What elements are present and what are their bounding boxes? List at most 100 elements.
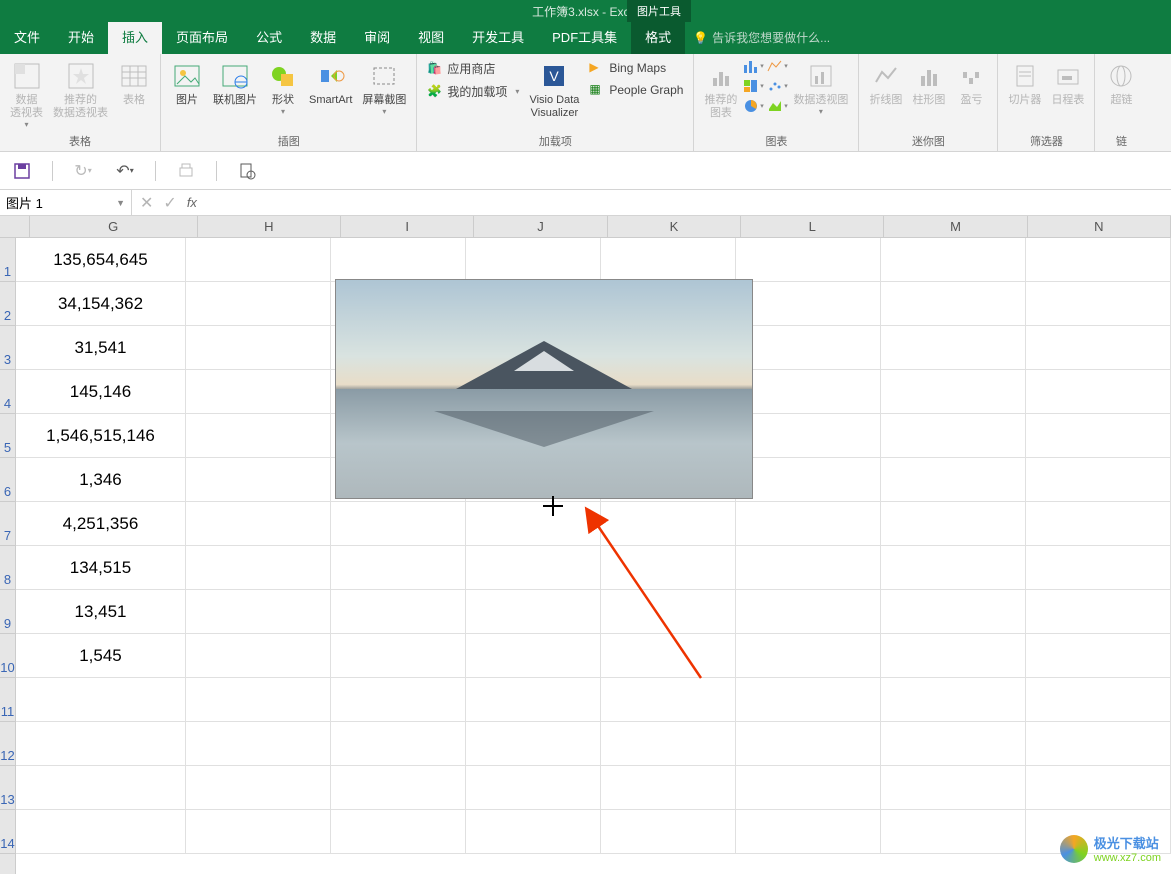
cell-K1[interactable] xyxy=(601,238,736,281)
cell-G1[interactable]: 135,654,645 xyxy=(16,238,186,281)
chart-line-button[interactable]: ▾ xyxy=(767,58,787,74)
row-header-13[interactable]: 13 xyxy=(0,766,15,810)
cell-G11[interactable] xyxy=(16,678,186,721)
column-header-H[interactable]: H xyxy=(198,216,341,237)
chart-pie-button[interactable]: ▾ xyxy=(743,98,763,114)
inserted-picture[interactable] xyxy=(335,279,753,499)
cell-L9[interactable] xyxy=(736,590,881,633)
cell-I10[interactable] xyxy=(331,634,466,677)
cell-J9[interactable] xyxy=(466,590,601,633)
cell-J1[interactable] xyxy=(466,238,601,281)
cell-G13[interactable] xyxy=(16,766,186,809)
tab-view[interactable]: 视图 xyxy=(404,19,458,54)
pictures-button[interactable]: 图片 xyxy=(167,58,207,131)
cell-G14[interactable] xyxy=(16,810,186,853)
cell-G7[interactable]: 4,251,356 xyxy=(16,502,186,545)
tab-file[interactable]: 文件 xyxy=(0,19,54,54)
cell-L1[interactable] xyxy=(736,238,881,281)
cell-J8[interactable] xyxy=(466,546,601,589)
cell-L3[interactable] xyxy=(736,326,881,369)
cell-M13[interactable] xyxy=(881,766,1026,809)
cell-J7[interactable] xyxy=(466,502,601,545)
my-addins-button[interactable]: 🧩我的加载项▾ xyxy=(423,81,523,102)
name-box[interactable]: 图片 1 ▼ xyxy=(0,190,132,215)
cell-H4[interactable] xyxy=(186,370,331,413)
cell-H2[interactable] xyxy=(186,282,331,325)
chart-column-button[interactable]: ▾ xyxy=(743,58,763,74)
cell-G8[interactable]: 134,515 xyxy=(16,546,186,589)
cell-M8[interactable] xyxy=(881,546,1026,589)
tab-formulas[interactable]: 公式 xyxy=(242,19,296,54)
cell-H13[interactable] xyxy=(186,766,331,809)
cancel-icon[interactable]: ✕ xyxy=(140,193,153,213)
cell-K8[interactable] xyxy=(601,546,736,589)
column-header-N[interactable]: N xyxy=(1028,216,1171,237)
row-header-8[interactable]: 8 xyxy=(0,546,15,590)
cell-L12[interactable] xyxy=(736,722,881,765)
tab-review[interactable]: 审阅 xyxy=(350,19,404,54)
undo-button[interactable]: ↶ ▾ xyxy=(113,159,137,183)
sparkline-column-button[interactable]: 柱形图 xyxy=(908,58,949,131)
tell-me-search[interactable]: 💡 告诉我您想要做什么... xyxy=(685,21,838,54)
pivot-chart-button[interactable]: 数据透视图▾ xyxy=(789,58,852,131)
cell-H9[interactable] xyxy=(186,590,331,633)
cell-N8[interactable] xyxy=(1026,546,1171,589)
table-button[interactable]: 表格 xyxy=(114,58,154,131)
fx-icon[interactable]: fx xyxy=(187,195,197,210)
cell-H10[interactable] xyxy=(186,634,331,677)
cell-G10[interactable]: 1,545 xyxy=(16,634,186,677)
cell-M4[interactable] xyxy=(881,370,1026,413)
tab-pdf-tools[interactable]: PDF工具集 xyxy=(538,19,631,54)
chart-surface-button[interactable]: ▾ xyxy=(767,98,787,114)
save-button[interactable] xyxy=(10,159,34,183)
screenshot-button[interactable]: 屏幕截图▾ xyxy=(358,58,410,131)
cell-G3[interactable]: 31,541 xyxy=(16,326,186,369)
cell-G2[interactable]: 34,154,362 xyxy=(16,282,186,325)
pivot-table-button[interactable]: 数据 透视表▾ xyxy=(6,58,47,131)
hyperlink-button[interactable]: 超链 xyxy=(1101,58,1141,131)
cell-M9[interactable] xyxy=(881,590,1026,633)
cell-N9[interactable] xyxy=(1026,590,1171,633)
timeline-button[interactable]: 日程表 xyxy=(1047,58,1088,131)
row-header-9[interactable]: 9 xyxy=(0,590,15,634)
print-button[interactable] xyxy=(174,159,198,183)
cell-N5[interactable] xyxy=(1026,414,1171,457)
cell-M11[interactable] xyxy=(881,678,1026,721)
sparkline-winloss-button[interactable]: 盈亏 xyxy=(951,58,991,131)
cell-G9[interactable]: 13,451 xyxy=(16,590,186,633)
cell-M3[interactable] xyxy=(881,326,1026,369)
worksheet-grid[interactable]: GHIJKLMN 1234567891011121314 135,654,645… xyxy=(0,216,1171,874)
cell-H5[interactable] xyxy=(186,414,331,457)
print-preview-button[interactable] xyxy=(235,159,259,183)
cell-K12[interactable] xyxy=(601,722,736,765)
cell-I13[interactable] xyxy=(331,766,466,809)
column-header-M[interactable]: M xyxy=(884,216,1027,237)
cell-H11[interactable] xyxy=(186,678,331,721)
cell-L8[interactable] xyxy=(736,546,881,589)
cell-N7[interactable] xyxy=(1026,502,1171,545)
cell-N2[interactable] xyxy=(1026,282,1171,325)
people-graph-button[interactable]: ▦People Graph xyxy=(585,80,687,100)
cell-J12[interactable] xyxy=(466,722,601,765)
cell-K14[interactable] xyxy=(601,810,736,853)
smartart-button[interactable]: SmartArt xyxy=(305,58,356,131)
cell-I9[interactable] xyxy=(331,590,466,633)
select-all-corner[interactable] xyxy=(0,216,30,237)
cell-L13[interactable] xyxy=(736,766,881,809)
column-header-J[interactable]: J xyxy=(474,216,607,237)
cell-H12[interactable] xyxy=(186,722,331,765)
column-header-L[interactable]: L xyxy=(741,216,884,237)
recommended-pivot-button[interactable]: 推荐的 数据透视表 xyxy=(49,58,112,131)
cell-K9[interactable] xyxy=(601,590,736,633)
visio-button[interactable]: V Visio Data Visualizer xyxy=(525,58,583,131)
cell-G6[interactable]: 1,346 xyxy=(16,458,186,501)
cell-I12[interactable] xyxy=(331,722,466,765)
row-header-10[interactable]: 10 xyxy=(0,634,15,678)
cell-M5[interactable] xyxy=(881,414,1026,457)
cell-N6[interactable] xyxy=(1026,458,1171,501)
cell-G12[interactable] xyxy=(16,722,186,765)
chart-scatter-button[interactable]: ▾ xyxy=(767,78,787,94)
tab-developer[interactable]: 开发工具 xyxy=(458,19,538,54)
cell-L10[interactable] xyxy=(736,634,881,677)
cell-K13[interactable] xyxy=(601,766,736,809)
